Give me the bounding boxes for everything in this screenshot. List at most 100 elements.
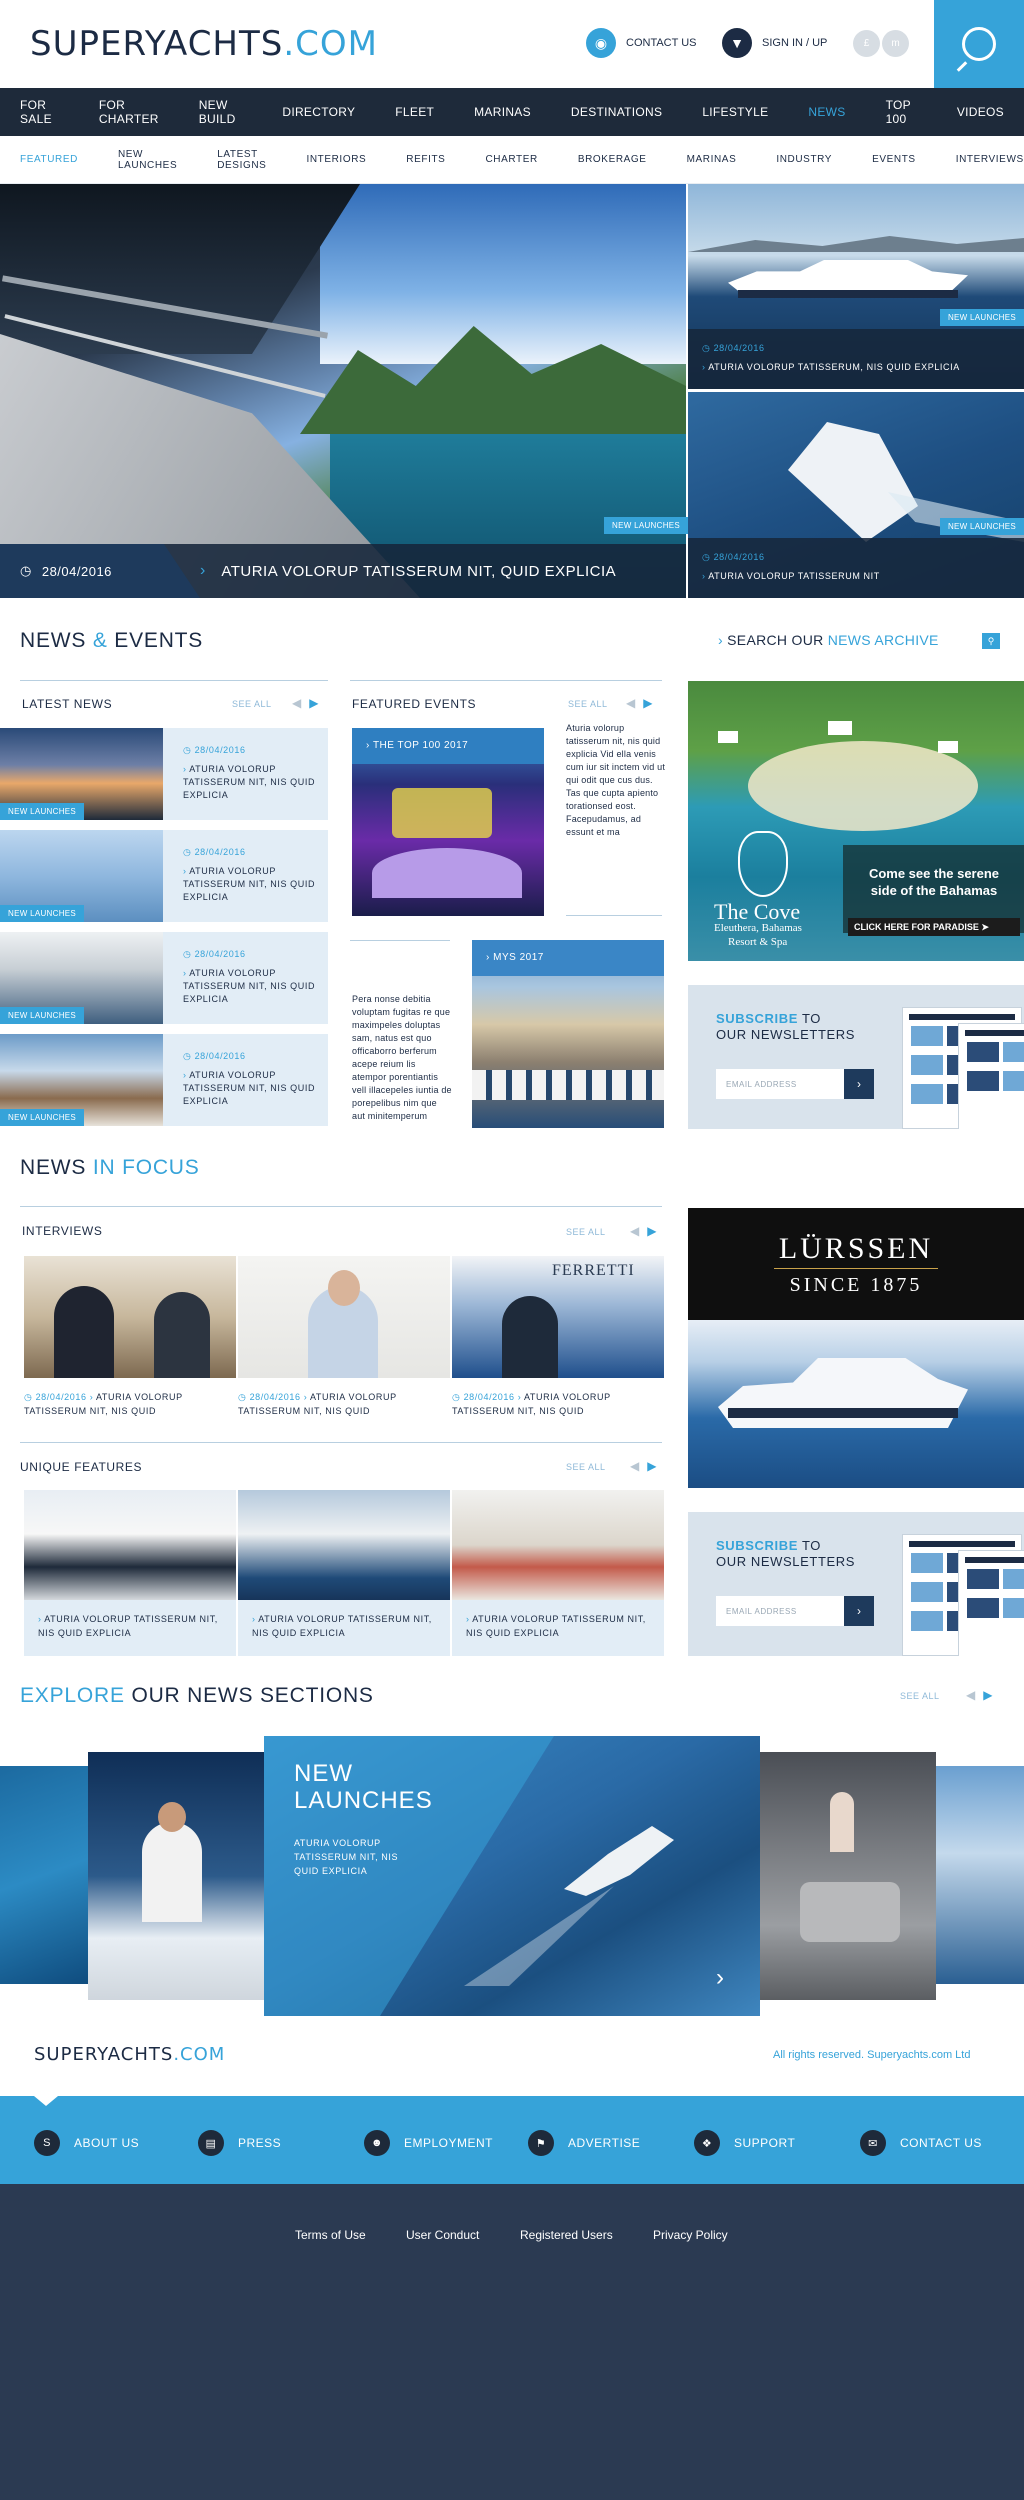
interview-caption[interactable]: ◷ 28/04/2016 › ATURIA VOLORUP TATISSERUM… xyxy=(452,1390,652,1418)
newsletter-signup: SUBSCRIBE TO OUR NEWSLETTERS EMAIL ADDRES… xyxy=(688,1512,1024,1656)
subscribe-submit-button[interactable]: › xyxy=(844,1069,874,1099)
news-list-item[interactable]: NEW LAUNCHES ◷ 28/04/2016 › ATURIA VOLORUP… xyxy=(0,1034,328,1126)
search-button[interactable] xyxy=(934,0,1024,88)
unique-feature-title: ATURIA VOLORUP TATISSERUM NIT, NIS QUID … xyxy=(466,1614,646,1638)
see-all-link[interactable]: SEE ALL xyxy=(568,699,608,709)
legal-link[interactable]: User Conduct xyxy=(406,2228,479,2242)
sub-nav-item[interactable]: INTERIORS xyxy=(286,154,386,165)
sub-nav-item[interactable]: MARINAS xyxy=(667,154,757,165)
news-archive-link[interactable]: › SEARCH OUR NEWS ARCHIVE xyxy=(718,632,939,648)
see-all-link[interactable]: SEE ALL xyxy=(232,699,272,709)
main-nav-item[interactable]: LIFESTYLE xyxy=(682,105,788,119)
main-nav-item[interactable]: VIDEOS xyxy=(937,105,1024,119)
interview-image-2[interactable] xyxy=(238,1256,450,1378)
news-list-item[interactable]: NEW LAUNCHES ◷ 28/04/2016 › ATURIA VOLORUP… xyxy=(0,932,328,1024)
explore-card-featured[interactable]: NEW LAUNCHES ATURIA VOLORUP TATISSERUM NI… xyxy=(264,1736,760,2016)
explore-card-right-edge[interactable] xyxy=(936,1766,1024,1984)
sub-nav-item[interactable]: BROKERAGE xyxy=(558,154,667,165)
side1-tag[interactable]: NEW LAUNCHES xyxy=(939,309,1024,326)
sub-nav-item[interactable]: REFITS xyxy=(386,154,465,165)
unique-feature-card[interactable]: › ATURIA VOLORUP TATISSERUM NIT, NIS QUI… xyxy=(452,1490,664,1656)
sign-in-link[interactable]: ▼ SIGN IN / UP xyxy=(722,28,827,58)
site-logo[interactable]: SUPERYACHTS.COM xyxy=(30,24,378,64)
sub-nav-item[interactable]: INTERVIEWS xyxy=(936,154,1024,165)
next-arrow-icon[interactable]: ▶ xyxy=(983,1688,1000,1702)
main-nav-item[interactable]: MARINAS xyxy=(454,105,551,119)
explore-card-captain[interactable] xyxy=(88,1752,264,2000)
footer-link[interactable]: ▤ PRESS xyxy=(198,2130,281,2156)
email-field[interactable]: EMAIL ADDRESS xyxy=(716,1596,844,1626)
sub-nav-item[interactable]: LATEST DESIGNS xyxy=(197,149,286,171)
contact-us-link[interactable]: ◉ CONTACT US xyxy=(586,28,697,58)
interview-caption[interactable]: ◷ 28/04/2016 › ATURIA VOLORUP TATISSERUM… xyxy=(24,1390,224,1418)
next-arrow-icon[interactable]: ▶ xyxy=(647,1459,664,1473)
see-all-link[interactable]: SEE ALL xyxy=(900,1691,940,1701)
unique-feature-card[interactable]: › ATURIA VOLORUP TATISSERUM NIT, NIS QUI… xyxy=(238,1490,450,1656)
interview-image-3[interactable]: FERRETTI xyxy=(452,1256,664,1378)
event-image-mys[interactable]: › MYS 2017 xyxy=(472,940,664,1128)
main-nav-item[interactable]: FOR SALE xyxy=(0,98,79,126)
legal-link[interactable]: Registered Users xyxy=(520,2228,613,2242)
footer-link[interactable]: ⚑ ADVERTISE xyxy=(528,2130,640,2156)
email-field[interactable]: EMAIL ADDRESS xyxy=(716,1069,844,1099)
chevron-right-icon[interactable]: › xyxy=(716,1964,724,1992)
event-image-top100[interactable]: › THE TOP 100 2017 xyxy=(352,728,544,916)
hero-caption[interactable]: ◷ 28/04/2016 › ATURIA VOLORUP TATISSERUM … xyxy=(0,544,686,598)
footer-link[interactable]: ☻ EMPLOYMENT xyxy=(364,2130,493,2156)
interview-image-1[interactable] xyxy=(24,1256,236,1378)
lurssen-ad[interactable]: LÜRSSEN SINCE 1875 xyxy=(688,1208,1024,1488)
main-nav-item[interactable]: TOP 100 xyxy=(866,98,937,126)
legal-link[interactable]: Privacy Policy xyxy=(653,2228,728,2242)
unit-m-button[interactable]: m xyxy=(882,30,909,57)
chevron-right-icon: › xyxy=(466,1614,470,1624)
subscribe-submit-button[interactable]: › xyxy=(844,1596,874,1626)
language-switcher: £ m xyxy=(853,30,911,57)
news-tag[interactable]: NEW LAUNCHES xyxy=(0,803,85,820)
news-tag[interactable]: NEW LAUNCHES xyxy=(0,905,85,922)
main-nav-item[interactable]: NEWS xyxy=(788,105,865,119)
side-feature-2[interactable]: NEW LAUNCHES ◷ 28/04/2016 › ATURIA VOLOR… xyxy=(688,392,1024,598)
main-nav-item[interactable]: DESTINATIONS xyxy=(551,105,682,119)
footer-logo[interactable]: SUPERYACHTS.COM xyxy=(34,2044,225,2065)
footer-link[interactable]: ✉ CONTACT US xyxy=(860,2130,982,2156)
main-nav-item[interactable]: NEW BUILD xyxy=(179,98,263,126)
explore-card-left-edge[interactable] xyxy=(0,1766,88,1984)
news-tag[interactable]: NEW LAUNCHES xyxy=(0,1109,85,1126)
search-icon[interactable]: ⚲ xyxy=(982,633,1000,649)
next-arrow-icon[interactable]: ▶ xyxy=(309,696,326,710)
main-nav-item[interactable]: DIRECTORY xyxy=(262,105,375,119)
sub-nav-item[interactable]: NEW LAUNCHES xyxy=(98,149,197,171)
next-arrow-icon[interactable]: ▶ xyxy=(647,1224,664,1238)
footer-link[interactable]: ❖ SUPPORT xyxy=(694,2130,795,2156)
explore-card-interior[interactable] xyxy=(760,1752,936,2000)
next-arrow-icon[interactable]: ▶ xyxy=(643,696,660,710)
news-list-item[interactable]: NEW LAUNCHES ◷ 28/04/2016 › ATURIA VOLORUP… xyxy=(0,728,328,820)
prev-arrow-icon[interactable]: ◀ xyxy=(630,1459,647,1473)
see-all-link[interactable]: SEE ALL xyxy=(566,1462,606,1472)
interview-caption[interactable]: ◷ 28/04/2016 › ATURIA VOLORUP TATISSERUM… xyxy=(238,1390,438,1418)
prev-arrow-icon[interactable]: ◀ xyxy=(626,696,643,710)
sub-nav-item[interactable]: INDUSTRY xyxy=(756,154,852,165)
side-feature-1[interactable]: NEW LAUNCHES ◷ 28/04/2016 › ATURIA VOLOR… xyxy=(688,184,1024,389)
sub-nav-item[interactable]: FEATURED xyxy=(0,154,98,165)
legal-link[interactable]: Terms of Use xyxy=(295,2228,366,2242)
side2-tag[interactable]: NEW LAUNCHES xyxy=(939,518,1024,535)
cove-ad[interactable]: The Cove Eleuthera, Bahamas Resort & Spa… xyxy=(688,681,1024,961)
hero-feature[interactable] xyxy=(0,184,686,598)
explore-heading: EXPLORE OUR NEWS SECTIONS xyxy=(20,1684,374,1708)
see-all-link[interactable]: SEE ALL xyxy=(566,1227,606,1237)
main-nav-item[interactable]: FLEET xyxy=(375,105,454,119)
news-list-item[interactable]: NEW LAUNCHES ◷ 28/04/2016 › ATURIA VOLORUP… xyxy=(0,830,328,922)
sub-nav-item[interactable]: EVENTS xyxy=(852,154,936,165)
news-tag[interactable]: NEW LAUNCHES xyxy=(0,1007,85,1024)
hero-tag[interactable]: NEW LAUNCHES xyxy=(604,517,689,534)
sub-nav-item[interactable]: CHARTER xyxy=(465,154,557,165)
main-nav-item[interactable]: FOR CHARTER xyxy=(79,98,179,126)
prev-arrow-icon[interactable]: ◀ xyxy=(630,1224,647,1238)
prev-arrow-icon[interactable]: ◀ xyxy=(292,696,309,710)
footer-link[interactable]: S ABOUT US xyxy=(34,2130,139,2156)
cove-cta-button[interactable]: CLICK HERE FOR PARADISE ➤ xyxy=(848,918,1020,936)
prev-arrow-icon[interactable]: ◀ xyxy=(966,1688,983,1702)
unique-feature-card[interactable]: › ATURIA VOLORUP TATISSERUM NIT, NIS QUI… xyxy=(24,1490,236,1656)
currency-gbp-button[interactable]: £ xyxy=(853,30,880,57)
